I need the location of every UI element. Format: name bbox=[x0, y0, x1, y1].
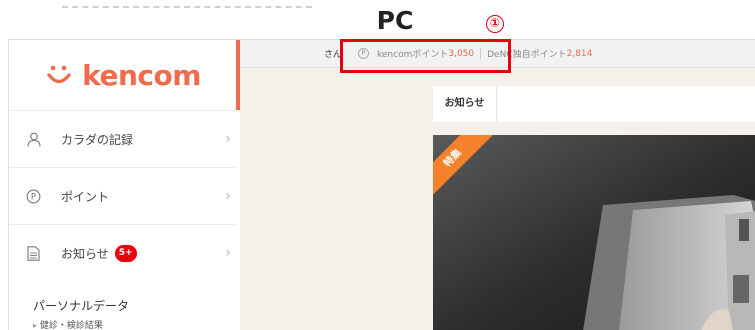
logo-text: kencom bbox=[82, 58, 201, 92]
pc-screenshot: kencom カラダの記録 › P ポイント › お知らせ 5+ › パーソナル… bbox=[8, 39, 755, 330]
chevron-right-icon: › bbox=[225, 245, 231, 261]
point-p-icon: P bbox=[26, 189, 41, 204]
svg-text:P: P bbox=[31, 192, 36, 202]
news-title[interactable]: お知らせ bbox=[433, 86, 497, 122]
sidebar-item-label: カラダの記録 bbox=[61, 132, 134, 147]
section-title: パーソナルデータ bbox=[33, 299, 130, 313]
logo[interactable]: kencom bbox=[9, 40, 236, 110]
sidebar-item-label: お知らせ bbox=[61, 246, 109, 261]
pc-heading: PC bbox=[376, 6, 414, 35]
bullet-icon: ▸ bbox=[33, 321, 38, 330]
sidebar-item-news[interactable]: お知らせ 5+ › bbox=[9, 224, 236, 281]
section-link-label: 健診・検診結果 bbox=[39, 321, 103, 330]
sidebar-item-label: ポイント bbox=[61, 189, 110, 204]
feature-banner[interactable]: 特集 bbox=[433, 135, 755, 330]
chevron-right-icon: › bbox=[225, 131, 231, 147]
notification-badge: 5+ bbox=[114, 244, 137, 262]
feature-photo bbox=[433, 135, 755, 330]
person-icon bbox=[26, 132, 41, 147]
sidebar-item-points[interactable]: P ポイント › bbox=[9, 167, 236, 224]
callout-highlight-box bbox=[340, 39, 511, 73]
chevron-right-icon: › bbox=[225, 188, 231, 204]
sidebar: kencom カラダの記録 › P ポイント › お知らせ 5+ › パーソナル… bbox=[9, 40, 240, 330]
document-icon bbox=[26, 245, 41, 261]
news-header: お知らせ bbox=[433, 86, 755, 122]
smile-logo-icon bbox=[47, 65, 71, 84]
section-link-checkup[interactable]: ▸ 健診・検診結果 bbox=[33, 318, 103, 330]
top-divider bbox=[62, 6, 312, 8]
denc-points-value: 2,814 bbox=[566, 48, 593, 59]
callout-marker: ① bbox=[486, 15, 504, 33]
sidebar-item-body-record[interactable]: カラダの記録 › bbox=[9, 110, 236, 167]
